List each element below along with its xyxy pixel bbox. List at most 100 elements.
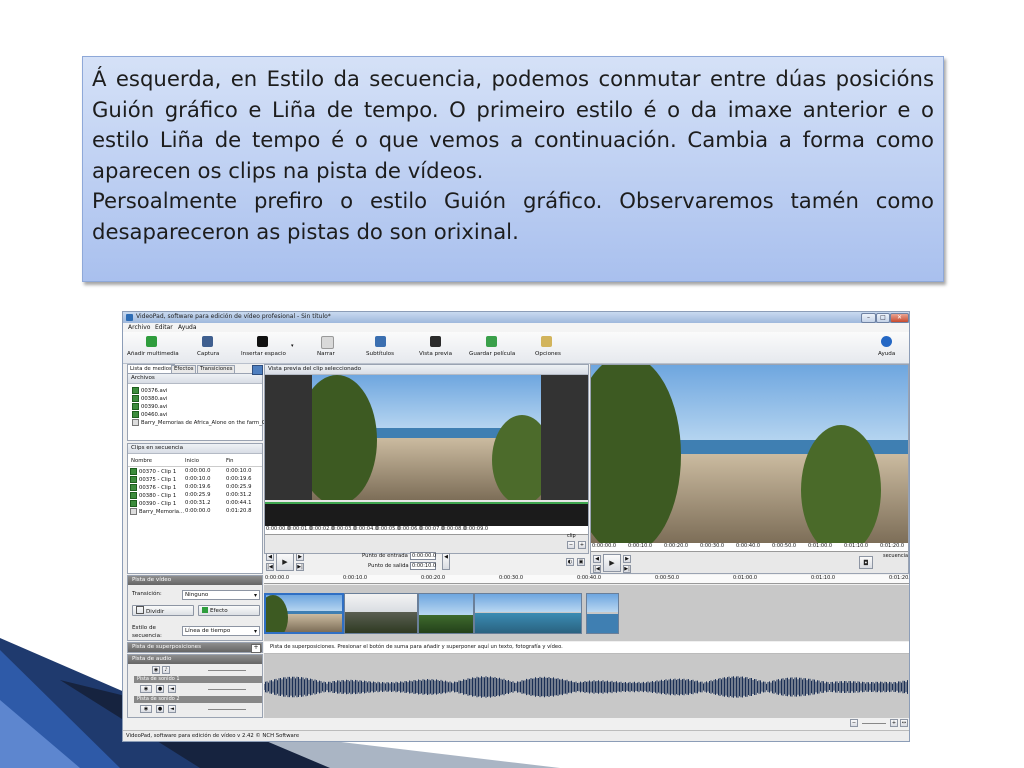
ruler-tick-label: 0:01:20.0 [889, 575, 909, 581]
status-text: VideoPad, software para edición de vídeo… [126, 733, 300, 739]
timeline-fit-button[interactable]: ↔ [900, 719, 908, 727]
sequence-style-label-2: secuencia: [132, 633, 162, 639]
effect-button[interactable]: Efecto [198, 605, 260, 616]
timeline-zoom-in-button[interactable]: + [890, 719, 898, 727]
timeline-clip[interactable] [474, 593, 582, 634]
sequence-clip-row[interactable]: 00375 - Clip 1 0:00:10.0 0:00:19.6 [130, 476, 260, 483]
seq-end-button[interactable]: ▶| [623, 565, 631, 573]
in-point-field[interactable]: 0:00:00.0 [410, 552, 436, 560]
timeline-zoom-out-button[interactable]: − [850, 719, 858, 727]
sound-track-1-speaker-button[interactable]: ◄ [168, 685, 176, 693]
transition-label: Transición: [132, 591, 162, 597]
sequence-clip-row[interactable]: 00390 - Clip 1 0:00:31.2 0:00:44.1 [130, 500, 260, 507]
clip-zoom-in-button[interactable]: + [578, 541, 586, 549]
sequence-ruler[interactable]: 0:00:00.0 0:00:10.0 0:00:20.0 0:00:30.0 0:00… [591, 543, 908, 552]
insert-space-dropdown-icon[interactable]: ▾ [291, 343, 294, 349]
timeline-zoom-slider[interactable] [862, 723, 886, 724]
minimize-button[interactable]: – [861, 313, 876, 323]
options-button[interactable]: Opciones [532, 335, 562, 361]
capture-button[interactable]: Captura [195, 335, 221, 361]
timeline-clip[interactable] [586, 593, 619, 634]
timeline-clip[interactable] [264, 593, 344, 634]
narrate-button[interactable]: Narrar [315, 335, 339, 361]
out-point-field[interactable]: 0:00:10.0 [410, 562, 436, 570]
menu-archivo[interactable]: Archivo [128, 324, 150, 331]
audio-track-mute-button[interactable]: ◉ [152, 666, 160, 674]
ruler-tick-label: 0:00:20.0 [421, 575, 446, 581]
clip-play-button[interactable]: ▶ [276, 553, 294, 571]
menu-ayuda[interactable]: Ayuda [178, 324, 197, 331]
add-overlay-icon[interactable]: + [251, 644, 261, 653]
preview-button[interactable]: Vista previa [418, 335, 454, 361]
video-track-lane[interactable] [264, 585, 909, 641]
save-movie-button[interactable]: Guardar película [469, 335, 515, 361]
ruler-tick-label: 0:00:30.0 [700, 543, 725, 549]
overlay-track-lane[interactable]: Pista de superposiciones. Presionar el b… [264, 642, 909, 654]
seq-rewind-button[interactable]: ◀ [593, 555, 601, 563]
clip-fullscreen-button[interactable]: ▣ [577, 558, 585, 566]
set-in-out-button[interactable]: ◀ [442, 553, 450, 570]
audio-track-lane[interactable] [264, 654, 909, 718]
media-panel-menu-icon[interactable] [252, 365, 263, 375]
column-name[interactable]: Nombre [131, 458, 152, 464]
media-file-item[interactable]: 00380.avi [132, 395, 167, 402]
add-media-button[interactable]: Añadir multimedia [127, 335, 179, 361]
sound-track-2-volume-slider[interactable] [208, 709, 246, 710]
insert-space-button[interactable]: Insertar espacio [241, 335, 286, 361]
sequence-clip-row[interactable]: 00376 - Clip 1 0:00:19.6 0:00:25.9 [130, 484, 260, 491]
timeline-ruler[interactable]: 0:00:00.0 0:00:10.0 0:00:20.0 0:00:30.0 0:00… [264, 575, 909, 584]
clip-controls: ◀ |◀ ▶ ▶ ▶| Punto de entrada 0:00:00.0 P… [264, 550, 589, 574]
video-file-icon [132, 403, 139, 410]
subtitles-button[interactable]: Subtítulos [365, 335, 397, 361]
menu-editar[interactable]: Editar [155, 324, 173, 331]
sound-track-2-mute-button[interactable]: ◉ [140, 705, 152, 713]
ruler-tick-label: 0:00:06.0 [398, 526, 423, 532]
clip-end-button[interactable]: ▶| [296, 563, 304, 571]
sound-track-1-solo-button[interactable]: ● [156, 685, 164, 693]
clip-zoom-out-button[interactable]: − [567, 541, 575, 549]
sequence-clip-row[interactable]: Barry_Memoria... 0:00:00.0 0:01:20.8 [130, 508, 260, 515]
media-file-item[interactable]: 00376.avi [132, 387, 167, 394]
seq-forward-button[interactable]: ▶ [623, 555, 631, 563]
audio-volume-slider[interactable] [208, 670, 246, 671]
sequence-style-select[interactable]: Línea de tiempo [182, 626, 260, 636]
clip-forward-button[interactable]: ▶ [296, 553, 304, 561]
seq-play-button[interactable]: ▶ [603, 554, 621, 572]
clip-ruler[interactable]: 0:00:00.0 0:00:01.0 0:00:02.0 0:00:03.0 0:00… [265, 526, 588, 535]
ruler-tick-label: 0:00:40.0 [736, 543, 761, 549]
sequence-style-label-1: Estilo de [132, 625, 156, 631]
transition-select[interactable]: Ninguno [182, 590, 260, 600]
sequence-clip-row[interactable]: 00380 - Clip 1 0:00:25.9 0:00:31.2 [130, 492, 260, 499]
column-end[interactable]: Fin [226, 458, 234, 464]
sound-track-2-solo-button[interactable]: ● [156, 705, 164, 713]
sound-track-1-volume-slider[interactable] [208, 689, 246, 690]
ruler-tick-label: 0:00:10.0 [628, 543, 653, 549]
media-file-item[interactable]: 00390.avi [132, 403, 167, 410]
column-start[interactable]: Inicio [185, 458, 199, 464]
media-file-item[interactable]: Barry_Memorias de Africa_Alone on the fa… [132, 419, 269, 426]
help-button[interactable]: Ayuda [875, 335, 899, 361]
sequence-clip-row[interactable]: 00370 - Clip 1 0:00:00.0 0:00:10.0 [130, 468, 260, 475]
close-button[interactable]: ✕ [890, 313, 909, 323]
ruler-tick-label: 0:00:01.0 [288, 526, 313, 532]
clip-filmstrip[interactable] [265, 502, 588, 528]
sound-track-2-speaker-button[interactable]: ◄ [168, 705, 176, 713]
seq-start-button[interactable]: |◀ [593, 565, 601, 573]
snapshot-button[interactable]: ◘ [859, 556, 873, 569]
timeline-clip[interactable] [344, 593, 418, 634]
toolbar: Añadir multimedia Captura Insertar espac… [123, 332, 909, 364]
ruler-tick-label: 0:00:05.0 [376, 526, 401, 532]
videopad-window: VideoPad, software para edición de vídeo… [122, 311, 910, 742]
tab-media-list[interactable]: Lista de medios [127, 364, 175, 373]
clip-rewind-button[interactable]: ◀ [266, 553, 274, 561]
maximize-button[interactable]: □ [876, 313, 890, 323]
timeline-clip[interactable] [418, 593, 474, 634]
clip-start-button[interactable]: |◀ [266, 563, 274, 571]
clip-volume-button[interactable]: ◐ [566, 558, 574, 566]
audio-track-solo-button[interactable]: ♪ [162, 666, 170, 674]
media-file-item[interactable]: 00460.avi [132, 411, 167, 418]
audio-clip-icon [130, 508, 137, 515]
overlay-track-header: Pista de superposiciones [128, 643, 262, 652]
split-button[interactable]: Dividir [132, 605, 194, 616]
sound-track-1-mute-button[interactable]: ◉ [140, 685, 152, 693]
